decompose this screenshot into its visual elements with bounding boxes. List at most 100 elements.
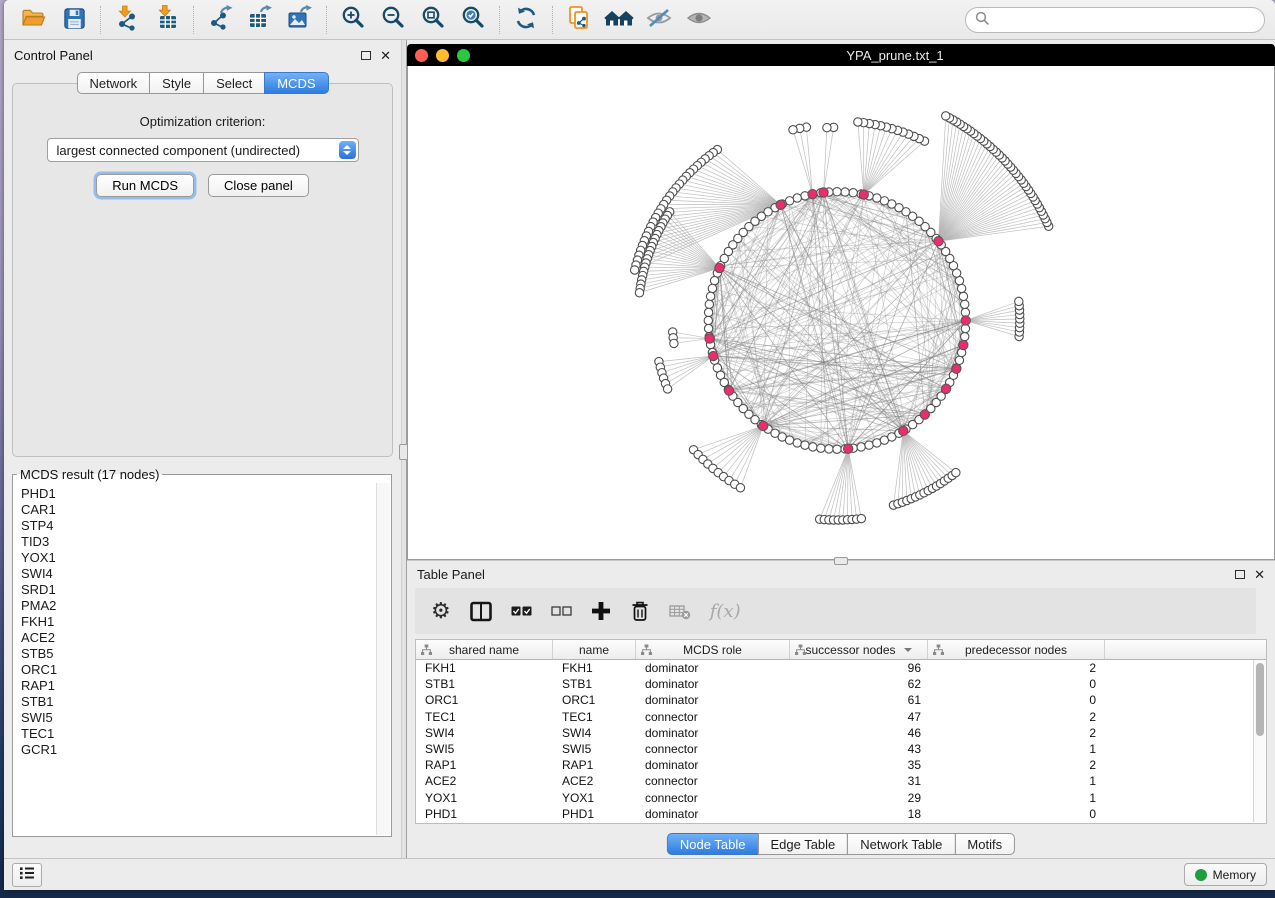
export-network-button[interactable] (200, 3, 240, 37)
network-hub-node[interactable] (776, 200, 785, 209)
zoom-selected-button[interactable] (453, 3, 493, 37)
network-node[interactable] (801, 441, 809, 449)
network-node[interactable] (704, 324, 712, 332)
run-mcds-button[interactable]: Run MCDS (96, 174, 194, 197)
open-session-button[interactable] (14, 3, 54, 37)
first-neighbors-button[interactable] (599, 3, 639, 37)
tab-select[interactable]: Select (203, 72, 265, 94)
mcds-result-item[interactable]: STB5 (21, 646, 369, 662)
column-header-successor-nodes[interactable]: successor nodes (790, 640, 928, 659)
network-leaf-node[interactable] (663, 385, 671, 393)
network-leaf-node[interactable] (630, 266, 638, 274)
network-hub-node[interactable] (758, 421, 767, 430)
tab-mcds[interactable]: MCDS (264, 72, 328, 94)
network-leaf-node[interactable] (736, 484, 744, 492)
column-header-name[interactable]: name (553, 640, 636, 659)
network-leaf-node[interactable] (823, 123, 831, 131)
zoom-out-button[interactable] (373, 3, 413, 37)
mcds-result-item[interactable]: PHD1 (21, 486, 369, 502)
network-hub-node[interactable] (709, 351, 718, 360)
network-node[interactable] (957, 284, 965, 292)
zoom-in-button[interactable] (333, 3, 373, 37)
close-panel-button[interactable]: Close panel (208, 174, 309, 197)
table-row[interactable]: SWI5SWI5connector431 (416, 741, 1253, 757)
network-node[interactable] (704, 316, 712, 324)
network-node[interactable] (955, 356, 963, 364)
network-leaf-node[interactable] (952, 468, 960, 476)
show-all-button[interactable] (679, 3, 719, 37)
column-header-shared-name[interactable]: shared name (416, 640, 553, 659)
network-hub-node[interactable] (819, 188, 828, 197)
network-node[interactable] (704, 308, 712, 316)
network-window-titlebar[interactable]: YPA_prune.txt_1 (407, 44, 1275, 66)
save-session-button[interactable] (54, 3, 94, 37)
optimization-criterion-select[interactable]: largest connected component (undirected) (47, 138, 359, 162)
create-column-plus-icon[interactable] (591, 601, 611, 621)
network-leaf-node[interactable] (1015, 297, 1023, 305)
table-scrollbar-thumb[interactable] (1256, 663, 1264, 736)
search-box[interactable] (965, 7, 1265, 33)
hide-selected-button[interactable] (639, 3, 679, 37)
network-leaf-node[interactable] (857, 514, 865, 522)
network-node[interactable] (833, 445, 841, 453)
network-node[interactable] (961, 300, 969, 308)
tab-edge-table[interactable]: Edge Table (757, 833, 848, 855)
refresh-layout-button[interactable] (506, 3, 546, 37)
network-node[interactable] (961, 332, 969, 340)
mcds-result-item[interactable]: SRD1 (21, 582, 369, 598)
network-node[interactable] (706, 292, 714, 300)
network-node[interactable] (793, 439, 801, 447)
table-row[interactable]: PHD1PHD1dominator180 (416, 806, 1253, 822)
network-node[interactable] (817, 444, 825, 452)
network-node[interactable] (825, 445, 833, 453)
network-hub-node[interactable] (715, 263, 724, 272)
network-hub-node[interactable] (959, 340, 968, 349)
sort-descending-icon[interactable] (904, 648, 912, 652)
deselect-all-rows-icon[interactable] (551, 605, 572, 617)
float-table-panel-icon[interactable] (1235, 570, 1245, 579)
import-table-button[interactable] (147, 3, 187, 37)
table-scrollbar[interactable] (1253, 660, 1266, 822)
network-node[interactable] (873, 194, 881, 202)
tab-style[interactable]: Style (149, 72, 204, 94)
close-table-panel-icon[interactable]: ✕ (1254, 568, 1265, 581)
tab-motifs[interactable]: Motifs (954, 833, 1015, 855)
network-node[interactable] (857, 443, 865, 451)
mcds-result-item[interactable]: TEC1 (21, 726, 369, 742)
network-hub-node[interactable] (705, 334, 714, 343)
network-leaf-node[interactable] (854, 118, 862, 126)
mcds-result-item[interactable]: STP4 (21, 518, 369, 534)
column-header-mcds-role[interactable]: MCDS role (636, 640, 790, 659)
delete-column-trash-icon[interactable] (630, 600, 650, 622)
mcds-result-item[interactable]: ORC1 (21, 662, 369, 678)
network-hub-node[interactable] (724, 386, 733, 395)
network-node[interactable] (708, 284, 716, 292)
select-all-rows-icon[interactable] (511, 605, 532, 617)
memory-button[interactable]: Memory (1184, 863, 1267, 886)
network-leaf-node[interactable] (942, 112, 950, 120)
network-leaf-node[interactable] (635, 289, 643, 297)
network-hub-node[interactable] (899, 426, 908, 435)
network-hub-node[interactable] (934, 237, 943, 246)
mcds-result-item[interactable]: FKH1 (21, 614, 369, 630)
network-node[interactable] (841, 188, 849, 196)
mcds-result-item[interactable]: PMA2 (21, 598, 369, 614)
search-input[interactable] (996, 12, 1255, 27)
network-node[interactable] (705, 300, 713, 308)
mcds-result-item[interactable]: SWI5 (21, 710, 369, 726)
network-node[interactable] (849, 189, 857, 197)
network-node[interactable] (865, 441, 873, 449)
tab-node-table[interactable]: Node Table (667, 833, 759, 855)
mcds-result-item[interactable]: STB1 (21, 694, 369, 710)
horizontal-splitter-grab[interactable] (834, 557, 848, 565)
network-canvas[interactable] (407, 66, 1275, 560)
mcds-result-item[interactable]: RAP1 (21, 678, 369, 694)
mcds-result-item[interactable]: TID3 (21, 534, 369, 550)
clone-network-button[interactable] (559, 3, 599, 37)
column-header-predecessor-nodes[interactable]: predecessor nodes (928, 640, 1105, 659)
column-visibility-icon[interactable] (470, 601, 492, 622)
export-image-button[interactable] (280, 3, 320, 37)
table-row[interactable]: YOX1YOX1connector291 (416, 790, 1253, 806)
import-network-button[interactable] (107, 3, 147, 37)
table-row[interactable]: STB1STB1dominator620 (416, 676, 1253, 692)
